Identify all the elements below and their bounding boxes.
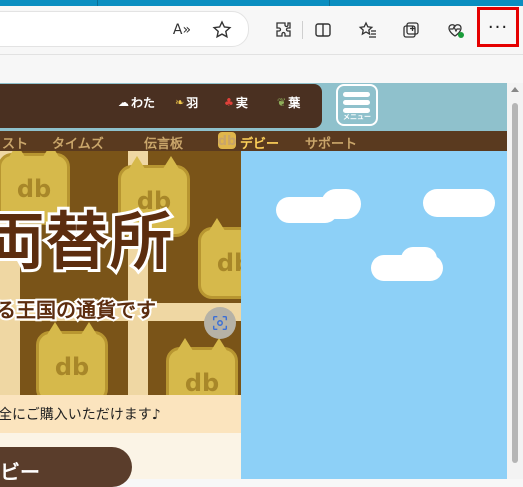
currency-feather: ❧ 羽 [175,96,199,110]
nav-item-store[interactable]: スト [2,133,28,152]
currency-leaf: ❦ 葉 [277,96,301,110]
scroll-up-arrow[interactable] [511,87,519,92]
cloud-image [401,247,437,271]
currency-fruit: ♣ 実 [224,96,248,110]
cloud-image [321,189,361,219]
site-menu-button[interactable]: メニュー [336,84,378,126]
nav-item-debbie[interactable]: デビー [240,133,279,152]
read-aloud-icon[interactable]: A» [168,16,196,44]
coin-icon: db [166,338,238,395]
currency-cotton: ☁ わた [118,96,156,110]
section-heading-pill: ビー [0,447,132,487]
nav-item-support[interactable]: サポート [305,133,357,152]
site-header: ☁ わた ❧ 羽 ♣ 実 ❦ 葉 メニュー [0,83,507,131]
db-badge-icon: db [217,132,237,149]
collections-icon[interactable] [397,16,425,44]
scroll-thumb[interactable] [512,103,518,463]
currency-panel: ☁ わた ❧ 羽 ♣ 実 ❦ 葉 [0,84,322,128]
coin-icon: db [36,322,108,395]
banner-subtitle: る王国の通貨です [0,296,158,324]
extensions-icon[interactable] [270,16,298,44]
notice-bar: 全にご購入いただけます♪ [0,395,241,433]
site-nav: スト タイムズ 伝言板 db デビー サポート [0,131,507,152]
coin-icon: db [198,218,241,299]
settings-and-more-button[interactable]: ··· [477,7,519,47]
favorite-star-icon[interactable] [208,16,236,44]
favorites-icon[interactable] [354,16,382,44]
split-screen-icon[interactable] [309,16,337,44]
leaf-icon: ❦ [277,96,287,109]
page-scrollbar[interactable] [507,83,523,479]
visual-search-icon[interactable] [204,307,236,339]
browser-essentials-icon[interactable] [441,16,469,44]
cloud-image [423,189,495,217]
cotton-icon: ☁ [118,96,129,109]
exchange-banner: db db db db db 両替所 る王国の通貨です [0,151,241,395]
banner-title: 両替所 [0,202,175,281]
fruit-icon: ♣ [224,96,234,109]
notice-text: 全にご購入いただけます♪ [0,407,161,423]
bookmarks-bar-area [0,55,523,83]
toolbar-divider [302,21,303,39]
nav-item-board[interactable]: 伝言板 [144,133,183,152]
sky-background [241,151,507,479]
feather-icon: ❧ [175,96,185,109]
browser-toolbar: A» ··· [0,6,523,55]
section-area: ビー [0,433,241,487]
nav-item-times[interactable]: タイムズ [52,133,104,152]
